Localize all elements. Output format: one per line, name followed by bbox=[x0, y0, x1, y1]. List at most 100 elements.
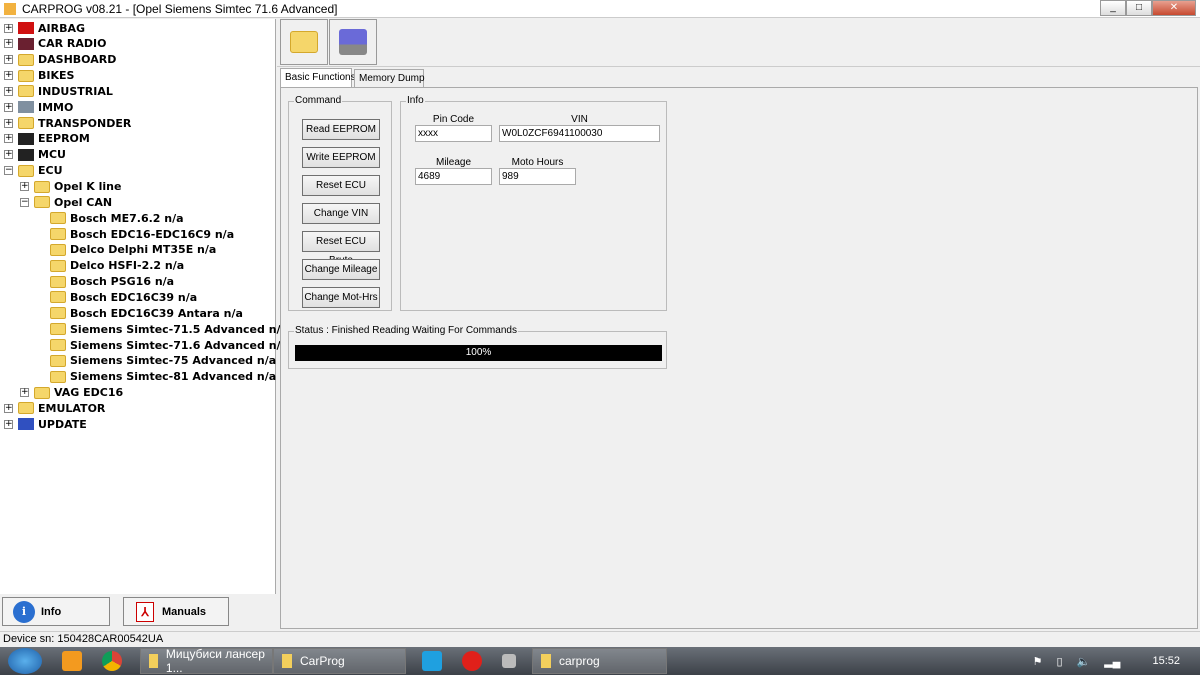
tree-item[interactable]: + Opel K line bbox=[20, 179, 121, 195]
update-icon bbox=[18, 418, 34, 431]
expander-icon[interactable]: + bbox=[4, 71, 13, 81]
info-group: Info Pin Code xxxx VIN W0L0ZCF6941100030… bbox=[400, 95, 667, 311]
folder-icon bbox=[50, 212, 66, 225]
tree-item[interactable]: + AIRBAG bbox=[4, 20, 85, 36]
info-title: Info bbox=[406, 95, 425, 106]
maximize-button[interactable]: □ bbox=[1126, 0, 1152, 16]
expander-icon[interactable]: + bbox=[20, 388, 29, 398]
app-icon-generic[interactable] bbox=[502, 654, 516, 668]
tree-item[interactable]: + VAG EDC16 bbox=[20, 385, 123, 401]
open-file-button[interactable] bbox=[280, 19, 328, 65]
expander-icon[interactable]: + bbox=[4, 39, 13, 49]
expander-icon[interactable]: + bbox=[4, 102, 13, 112]
tree-item[interactable]: Siemens Simtec-81 Advanced n/a bbox=[36, 369, 276, 385]
change-vin-button[interactable]: Change VIN bbox=[302, 203, 380, 224]
mileage-field[interactable]: 4689 bbox=[415, 168, 492, 185]
expander-icon[interactable]: + bbox=[4, 118, 13, 128]
taskbar-item-folder[interactable]: Мицубиси лансер 1... bbox=[140, 647, 273, 675]
tree-item[interactable]: + IMMO bbox=[4, 99, 73, 115]
pin-code-field[interactable]: xxxx bbox=[415, 125, 492, 142]
tree-item[interactable]: + INDUSTRIAL bbox=[4, 83, 113, 99]
tree-item[interactable]: + BIKES bbox=[4, 68, 74, 84]
folder-icon bbox=[18, 117, 34, 130]
tree-item[interactable]: + DASHBOARD bbox=[4, 52, 116, 68]
tree-item-label: Siemens Simtec-81 Advanced n/a bbox=[70, 370, 277, 384]
command-title: Command bbox=[294, 95, 343, 106]
tree-item[interactable]: + MCU bbox=[4, 147, 66, 163]
tree-item-label: Siemens Simtec-75 Advanced n/a bbox=[70, 354, 277, 368]
folder-icon bbox=[50, 291, 66, 304]
reset-ecu-brute-button[interactable]: Reset ECU Brute bbox=[302, 231, 380, 266]
tree-item-label: Bosch EDC16-EDC16C9 n/a bbox=[70, 227, 235, 241]
expander-icon[interactable]: + bbox=[20, 182, 29, 191]
read-eeprom-button[interactable]: Read EEPROM bbox=[302, 119, 380, 140]
clock[interactable]: 15:52 bbox=[1152, 655, 1180, 667]
opera-icon[interactable] bbox=[462, 651, 482, 671]
tree-item-label: BIKES bbox=[38, 69, 75, 83]
tree-item-label: EMULATOR bbox=[38, 401, 106, 415]
chrome-icon[interactable] bbox=[102, 651, 122, 671]
tree-item-label: Delco HSFI-2.2 n/a bbox=[70, 259, 185, 273]
folder-icon bbox=[50, 275, 66, 288]
tree-item[interactable]: Siemens Simtec-71.5 Advanced n/a bbox=[36, 321, 288, 337]
tree-item[interactable]: Delco HSFI-2.2 n/a bbox=[36, 258, 184, 274]
tree-item[interactable]: Bosch EDC16C39 n/a bbox=[36, 289, 197, 305]
vin-label: VIN bbox=[571, 114, 588, 125]
tree-item[interactable]: + TRANSPONDER bbox=[4, 115, 131, 131]
taskbar-item-carprog-folder[interactable]: CarProg bbox=[273, 648, 406, 674]
tree-item[interactable]: Bosch PSG16 n/a bbox=[36, 274, 174, 290]
folder-icon bbox=[34, 180, 50, 193]
tree-item[interactable]: + EMULATOR bbox=[4, 400, 105, 416]
expander-icon[interactable]: + bbox=[4, 55, 13, 65]
change-mileage-button[interactable]: Change Mileage bbox=[302, 259, 380, 280]
tab-memory-dump[interactable]: Memory Dump bbox=[354, 69, 425, 87]
tree-item[interactable]: Bosch ME7.6.2 n/a bbox=[36, 210, 184, 226]
expander-icon[interactable]: − bbox=[20, 197, 29, 207]
expander-icon[interactable]: + bbox=[4, 86, 13, 96]
tree-item[interactable]: − Opel CAN bbox=[20, 194, 112, 210]
immo-icon bbox=[18, 101, 34, 114]
moto-hours-field[interactable]: 989 bbox=[499, 168, 576, 185]
tree-item[interactable]: Bosch EDC16C39 Antara n/a bbox=[36, 305, 243, 321]
tree-item[interactable]: Bosch EDC16-EDC16C9 n/a bbox=[36, 226, 234, 242]
tree-item[interactable]: + UPDATE bbox=[4, 416, 87, 432]
expander-icon[interactable]: + bbox=[4, 419, 13, 429]
expander-icon[interactable]: + bbox=[4, 134, 13, 144]
minimize-button[interactable]: _ bbox=[1100, 0, 1126, 16]
taskbar-item-carprog[interactable]: carprog bbox=[532, 648, 667, 674]
volume-icon[interactable]: 🔈 bbox=[1077, 655, 1091, 668]
close-button[interactable]: ✕ bbox=[1152, 0, 1196, 16]
expander-icon[interactable]: + bbox=[4, 23, 13, 33]
network-icon[interactable]: ▂▄ bbox=[1104, 655, 1120, 668]
pin-code-label: Pin Code bbox=[432, 114, 475, 125]
start-button[interactable] bbox=[8, 648, 42, 674]
tree-item[interactable]: Siemens Simtec-71.6 Advanced n/a bbox=[36, 337, 288, 353]
folder-icon bbox=[18, 53, 34, 66]
info-button[interactable]: i Info bbox=[2, 597, 110, 626]
manuals-button[interactable]: ⅄ Manuals bbox=[123, 597, 229, 626]
write-eeprom-button[interactable]: Write EEPROM bbox=[302, 147, 380, 168]
device-tree[interactable]: + AIRBAG + CAR RADIO + DASHBOARD + BIKES + INDUST… bbox=[0, 19, 288, 594]
tab-basic-functions[interactable]: Basic Functions bbox=[280, 68, 356, 87]
tree-item[interactable]: + EEPROM bbox=[4, 131, 90, 147]
reset-ecu-button[interactable]: Reset ECU bbox=[302, 175, 380, 196]
flag-icon[interactable]: ⚑ bbox=[1033, 655, 1043, 668]
tree-item[interactable]: Siemens Simtec-75 Advanced n/a bbox=[36, 353, 276, 369]
tree-item-label: TRANSPONDER bbox=[38, 116, 132, 130]
media-player-icon[interactable] bbox=[62, 651, 82, 671]
skype-icon[interactable] bbox=[422, 651, 442, 671]
expander-icon[interactable]: + bbox=[4, 403, 13, 413]
status-group: Status : Finished Reading Waiting For Co… bbox=[288, 325, 667, 369]
tree-item[interactable]: − ECU bbox=[4, 163, 63, 179]
battery-icon[interactable]: ▯ bbox=[1056, 655, 1062, 668]
tree-item[interactable]: Delco Delphi MT35E n/a bbox=[36, 242, 216, 258]
expander-icon[interactable]: − bbox=[4, 166, 13, 176]
command-group: Command Read EEPROM Write EEPROM Reset E… bbox=[288, 95, 392, 311]
device-serial: Device sn: 150428CAR00542UA bbox=[0, 631, 1200, 647]
tree-item[interactable]: + CAR RADIO bbox=[4, 36, 106, 52]
vin-field[interactable]: W0L0ZCF6941100030 bbox=[499, 125, 660, 142]
change-mot-hrs-button[interactable]: Change Mot-Hrs bbox=[302, 287, 380, 308]
save-button[interactable] bbox=[329, 19, 377, 65]
expander-icon[interactable]: + bbox=[4, 150, 13, 160]
tree-item-label: Bosch EDC16C39 Antara n/a bbox=[70, 306, 243, 320]
